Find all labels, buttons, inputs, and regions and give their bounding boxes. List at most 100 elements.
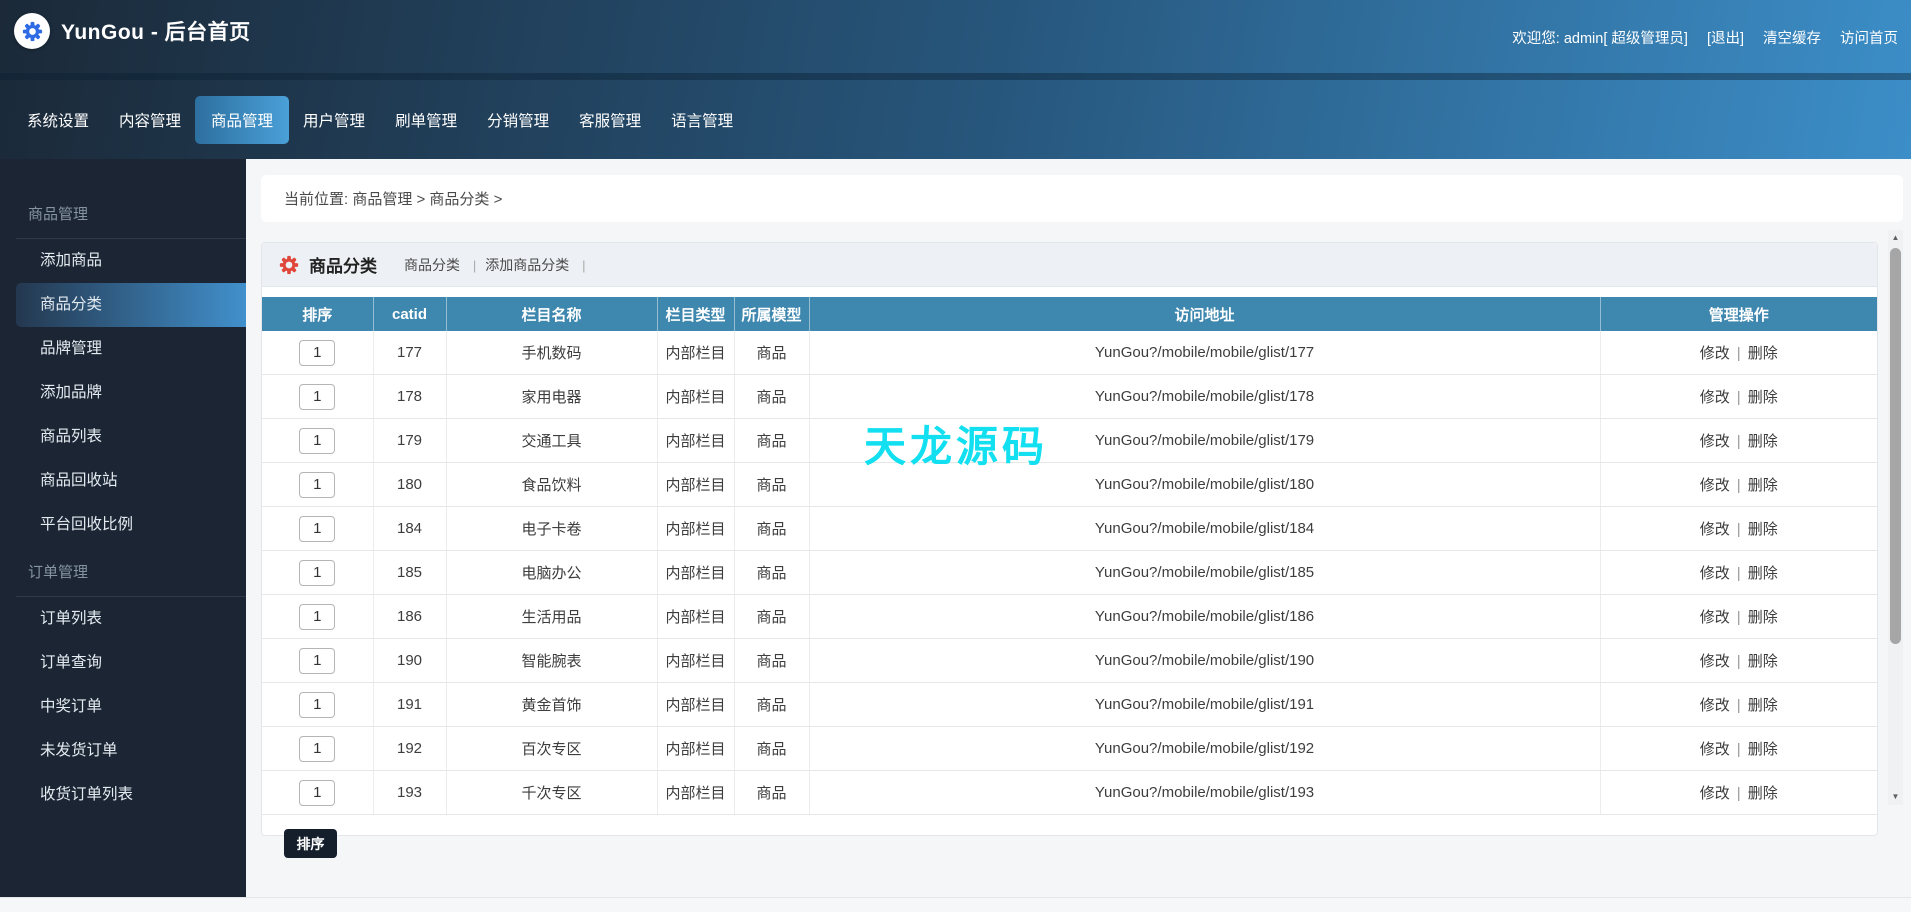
delete-link[interactable]: 删除: [1748, 785, 1778, 802]
sort-order-input[interactable]: [299, 647, 336, 674]
clear-cache-link[interactable]: 清空缓存: [1763, 27, 1821, 48]
sidebar-item[interactable]: 平台回收比例: [0, 503, 246, 547]
edit-link[interactable]: 修改: [1700, 741, 1730, 758]
sidebar-section-goods: 商品管理 添加商品 商品分类 品牌管理 添加品牌 商品列表 商品回收站 平台回收…: [0, 203, 246, 547]
sidebar-item[interactable]: 未发货订单: [0, 729, 246, 773]
delete-link[interactable]: 删除: [1748, 345, 1778, 362]
horizontal-scrollbar[interactable]: [0, 897, 1911, 912]
sort-cell: [262, 418, 374, 463]
delete-link[interactable]: 删除: [1748, 389, 1778, 406]
delete-link[interactable]: 删除: [1748, 697, 1778, 714]
sort-cell: [262, 506, 374, 551]
scrollbar-thumb[interactable]: [1890, 248, 1901, 644]
sort-order-input[interactable]: [299, 735, 336, 762]
sidebar-item[interactable]: 中奖订单: [0, 685, 246, 729]
top-right-links: 欢迎您: admin[ 超级管理员] [退出] 清空缓存 访问首页: [1493, 27, 1898, 48]
edit-link[interactable]: 修改: [1700, 521, 1730, 538]
sidebar-item[interactable]: 订单查询: [0, 641, 246, 685]
table-row: 177 手机数码 内部栏目 商品 YunGou?/mobile/mobile/g…: [262, 331, 1877, 375]
table-row: 178 家用电器 内部栏目 商品 YunGou?/mobile/mobile/g…: [262, 374, 1877, 419]
column-type-cell: 内部栏目: [657, 374, 735, 419]
nav-tab[interactable]: 刷单管理: [379, 96, 473, 144]
edit-link[interactable]: 修改: [1700, 609, 1730, 626]
delete-link[interactable]: 删除: [1748, 433, 1778, 450]
model-cell: 商品: [734, 331, 810, 375]
panel-link-separator: |: [582, 257, 586, 273]
logout-link[interactable]: [退出]: [1707, 27, 1744, 48]
scroll-down-arrow-icon[interactable]: ▼: [1888, 790, 1903, 804]
sort-cell: [262, 374, 374, 419]
sidebar-item[interactable]: 品牌管理: [0, 327, 246, 371]
delete-link[interactable]: 删除: [1748, 741, 1778, 758]
panel-link[interactable]: 商品分类: [404, 257, 460, 273]
breadcrumb: 当前位置: 商品管理 > 商品分类 >: [261, 175, 1903, 222]
header-divider: [0, 73, 1911, 80]
edit-link[interactable]: 修改: [1700, 345, 1730, 362]
action-separator: |: [1736, 345, 1741, 362]
content-area: 当前位置: 商品管理 > 商品分类 > 商品分类 商品分类 | 添加商品分类 |…: [246, 159, 1911, 897]
sidebar-item[interactable]: 商品列表: [0, 415, 246, 459]
edit-link[interactable]: 修改: [1700, 433, 1730, 450]
nav-tab[interactable]: 用户管理: [287, 96, 381, 144]
delete-link[interactable]: 删除: [1748, 609, 1778, 626]
sort-order-input[interactable]: [299, 559, 336, 586]
sidebar-item[interactable]: 商品回收站: [0, 459, 246, 503]
nav-tab[interactable]: 商品管理: [195, 95, 290, 144]
category-name-cell: 交通工具: [446, 418, 658, 463]
model-cell: 商品: [734, 594, 810, 639]
column-type-cell: 内部栏目: [657, 682, 735, 727]
category-name-cell: 生活用品: [446, 594, 658, 639]
edit-link[interactable]: 修改: [1700, 785, 1730, 802]
visit-home-link[interactable]: 访问首页: [1840, 27, 1898, 48]
catid-cell: 192: [373, 726, 447, 771]
edit-link[interactable]: 修改: [1700, 697, 1730, 714]
sort-order-input[interactable]: [299, 339, 336, 366]
table-row: 184 电子卡卷 内部栏目 商品 YunGou?/mobile/mobile/g…: [262, 506, 1877, 551]
sort-order-input[interactable]: [299, 603, 336, 630]
sidebar-item[interactable]: 添加品牌: [0, 371, 246, 415]
sort-order-input[interactable]: [299, 427, 336, 454]
panel-link[interactable]: 添加商品分类: [485, 257, 569, 273]
category-name-cell: 百次专区: [446, 726, 658, 771]
delete-link[interactable]: 删除: [1748, 521, 1778, 538]
edit-link[interactable]: 修改: [1700, 565, 1730, 582]
nav-tab[interactable]: 语言管理: [655, 96, 749, 144]
sidebar-item[interactable]: 订单列表: [0, 597, 246, 641]
nav-tab[interactable]: 系统设置: [11, 96, 105, 144]
col-header-catid: catid: [373, 297, 447, 331]
column-type-cell: 内部栏目: [657, 550, 735, 595]
sort-cell: [262, 726, 374, 771]
model-cell: 商品: [734, 550, 810, 595]
edit-link[interactable]: 修改: [1700, 653, 1730, 670]
url-cell: YunGou?/mobile/mobile/glist/193: [809, 770, 1601, 815]
panel-links: 商品分类 | 添加商品分类 |: [404, 255, 595, 275]
category-table: 排序 catid 栏目名称 栏目类型 所属模型 访问地址 管理操作 177: [262, 297, 1877, 815]
url-cell: YunGou?/mobile/mobile/glist/190: [809, 638, 1601, 683]
sort-order-input[interactable]: [299, 779, 336, 806]
sidebar-item[interactable]: 收货订单列表: [0, 773, 246, 817]
sidebar-item[interactable]: 商品分类: [16, 283, 246, 327]
model-cell: 商品: [734, 418, 810, 463]
sort-order-input[interactable]: [299, 691, 336, 718]
actions-cell: 修改 | 删除: [1600, 418, 1877, 463]
sort-order-input[interactable]: [299, 383, 336, 410]
sidebar-item[interactable]: 添加商品: [0, 239, 246, 283]
catid-cell: 186: [373, 594, 447, 639]
action-separator: |: [1736, 389, 1741, 406]
delete-link[interactable]: 删除: [1748, 477, 1778, 494]
nav-tab[interactable]: 客服管理: [563, 96, 657, 144]
sort-order-input[interactable]: [299, 515, 336, 542]
actions-cell: 修改 | 删除: [1600, 462, 1877, 507]
delete-link[interactable]: 删除: [1748, 653, 1778, 670]
nav-tab[interactable]: 分销管理: [471, 96, 565, 144]
category-name-cell: 千次专区: [446, 770, 658, 815]
table-row: 193 千次专区 内部栏目 商品 YunGou?/mobile/mobile/g…: [262, 770, 1877, 815]
sort-cell: [262, 462, 374, 507]
edit-link[interactable]: 修改: [1700, 389, 1730, 406]
scroll-up-arrow-icon[interactable]: ▲: [1888, 231, 1903, 245]
edit-link[interactable]: 修改: [1700, 477, 1730, 494]
sort-submit-button[interactable]: 排序: [284, 829, 337, 858]
sort-order-input[interactable]: [299, 471, 336, 498]
delete-link[interactable]: 删除: [1748, 565, 1778, 582]
nav-tab[interactable]: 内容管理: [103, 96, 197, 144]
